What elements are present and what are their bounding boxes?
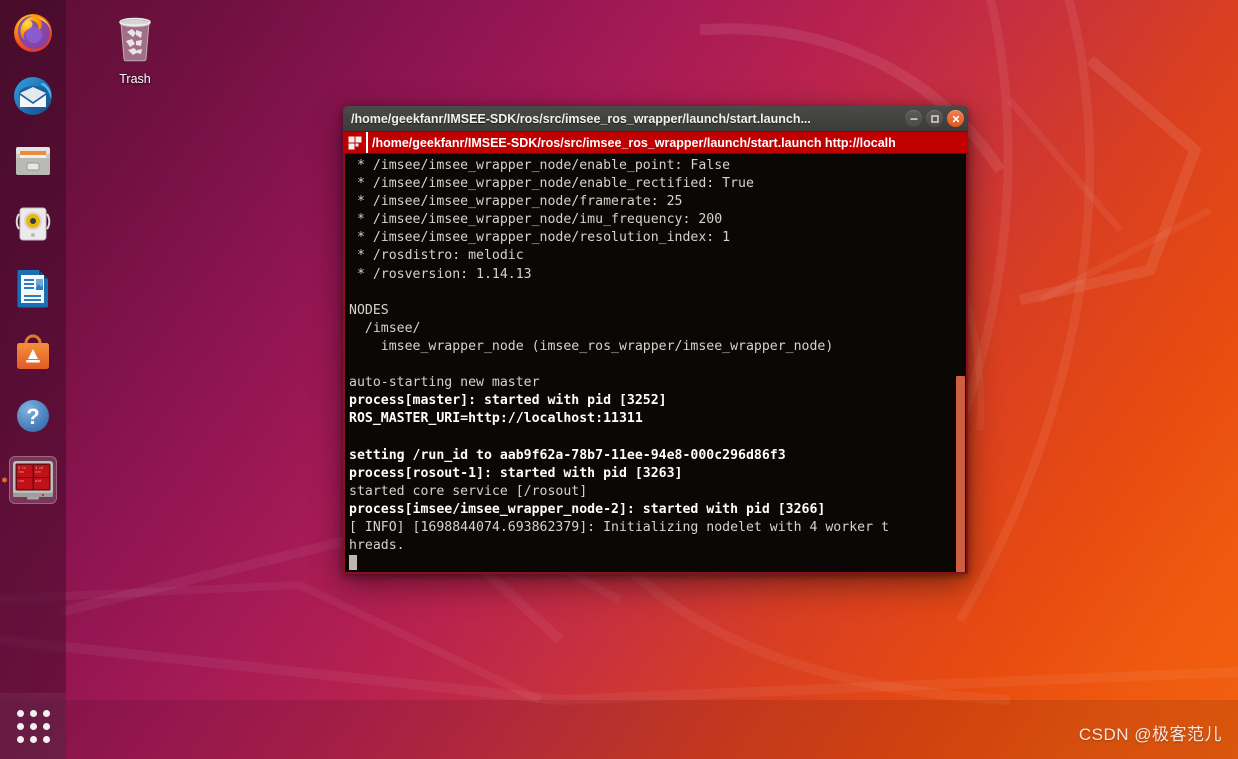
minimize-icon — [910, 117, 917, 120]
terminal-icon: $ ls ros $ cd src run pid — [13, 461, 53, 500]
terminal-line: * /imsee/imsee_wrapper_node/enable_point… — [349, 158, 731, 173]
terminal-line: * /rosversion: 1.14.13 — [349, 266, 532, 282]
terminal-line: * /imsee/imsee_wrapper_node/imu_frequenc… — [349, 212, 723, 228]
launcher-item-firefox[interactable] — [0, 0, 66, 64]
terminal-line: ROS_MASTER_URI=http://localhost:11311 — [349, 411, 643, 427]
minimize-button[interactable] — [905, 110, 922, 127]
desktop: ? $ ls ros $ cd src run pid Trash /home/… — [0, 0, 1238, 759]
terminal-line: started core service [/rosout] — [349, 483, 588, 499]
terminal-body[interactable]: * /imsee/imsee_wrapper_node/enable_point… — [343, 154, 968, 574]
svg-text:src: src — [35, 470, 41, 474]
terminal-line: [ INFO] [1698844074.693862379]: Initiali… — [349, 519, 889, 535]
firefox-icon — [14, 14, 52, 52]
window-titlebar[interactable]: /home/geekfanr/IMSEE-SDK/ros/src/imsee_r… — [343, 106, 968, 132]
terminal-line: auto-starting new master — [349, 375, 540, 391]
terminal-line: setting /run_id to aab9f62a-78b7-11ee-94… — [349, 447, 786, 463]
terminal-line: process[master]: started with pid [3252] — [349, 393, 667, 409]
terminal-line: NODES — [349, 302, 389, 318]
launcher-item-terminal[interactable]: $ ls ros $ cd src run pid — [0, 448, 66, 512]
files-icon — [16, 147, 50, 175]
terminal-line: * /rosdistro: melodic — [349, 248, 524, 264]
launcher-item-rhythmbox[interactable] — [0, 192, 66, 256]
launcher-dock: ? $ ls ros $ cd src run pid — [0, 0, 66, 759]
terminal-line: process[imsee/imsee_wrapper_node-2]: sta… — [349, 501, 826, 517]
close-button[interactable] — [947, 110, 964, 127]
help-icon: ? — [17, 400, 49, 432]
launcher-item-files[interactable] — [0, 128, 66, 192]
maximize-icon — [930, 114, 939, 123]
ubuntu-software-icon — [17, 334, 49, 369]
svg-text:?: ? — [26, 404, 39, 429]
launcher-item-libreoffice-writer[interactable] — [0, 256, 66, 320]
thunderbird-icon — [14, 77, 52, 115]
terminal-tabbar[interactable]: /home/geekfanr/IMSEE-SDK/ros/src/imsee_r… — [343, 132, 968, 154]
terminal-scrollbar-thumb[interactable] — [956, 376, 965, 572]
window-title: /home/geekfanr/IMSEE-SDK/ros/src/imsee_r… — [351, 111, 811, 126]
terminal-window: /home/geekfanr/IMSEE-SDK/ros/src/imsee_r… — [343, 106, 968, 574]
terminal-output: * /imsee/imsee_wrapper_node/enable_point… — [347, 157, 966, 572]
terminal-tab-icon — [343, 136, 363, 150]
launcher-item-help[interactable]: ? — [0, 384, 66, 448]
launcher-item-thunderbird[interactable] — [0, 64, 66, 128]
terminal-line: process[rosout-1]: started with pid [326… — [349, 465, 683, 481]
show-applications-button[interactable] — [0, 693, 66, 759]
watermark: CSDN @极客范儿 — [1078, 725, 1222, 744]
trash-label: Trash — [119, 72, 151, 86]
terminal-line: * /imsee/imsee_wrapper_node/framerate: 2… — [349, 194, 683, 210]
launcher-item-ubuntu-software[interactable] — [0, 320, 66, 384]
close-icon — [952, 115, 959, 122]
desktop-icon-trash[interactable]: Trash — [100, 14, 170, 86]
terminal-tab-title: /home/geekfanr/IMSEE-SDK/ros/src/imsee_r… — [366, 132, 896, 153]
terminal-scrollbar[interactable] — [955, 154, 966, 572]
terminal-line: * /imsee/imsee_wrapper_node/enable_recti… — [349, 176, 754, 192]
terminal-line: hreads. — [349, 537, 405, 553]
maximize-button[interactable] — [926, 110, 943, 127]
rhythmbox-icon — [15, 207, 51, 241]
svg-text:run: run — [18, 479, 24, 483]
app-grid-icon — [16, 709, 50, 743]
svg-text:ros: ros — [18, 470, 24, 474]
trash-icon — [119, 17, 151, 62]
running-indicator-dot — [2, 477, 7, 483]
svg-text:pid: pid — [35, 479, 41, 483]
libreoffice-writer-icon — [17, 270, 48, 308]
terminal-cursor — [349, 555, 357, 571]
terminal-line: imsee_wrapper_node (imsee_ros_wrapper/im… — [349, 338, 834, 354]
terminal-line: /imsee/ — [349, 320, 421, 336]
terminal-line: * /imsee/imsee_wrapper_node/resolution_i… — [349, 230, 731, 246]
